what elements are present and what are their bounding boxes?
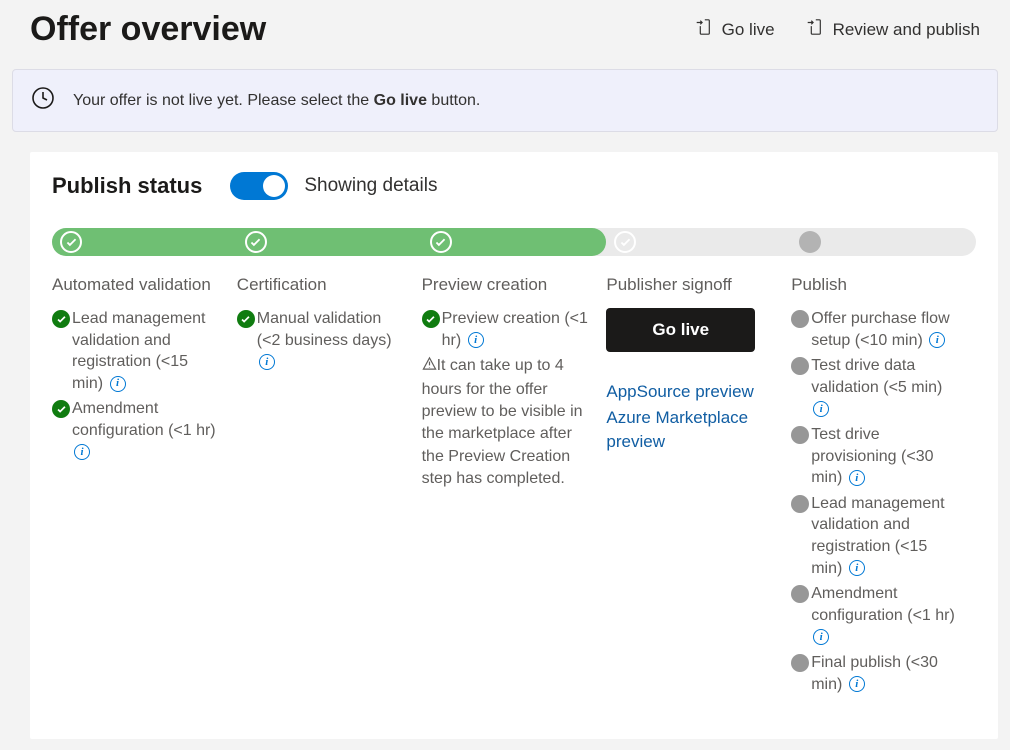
stage-icon-signoff (606, 231, 791, 253)
step-amendment-publish: Amendment configuration (<1 hr) i (791, 583, 960, 648)
info-banner: Your offer is not live yet. Please selec… (12, 69, 998, 132)
page-header: Offer overview Go live Review and publis… (0, 0, 1010, 69)
info-icon[interactable]: i (74, 444, 90, 460)
stage-automated: Automated validation Lead management val… (52, 274, 237, 699)
info-icon[interactable]: i (849, 676, 865, 692)
check-icon (60, 231, 82, 253)
info-icon[interactable]: i (849, 560, 865, 576)
info-icon[interactable]: i (813, 629, 829, 645)
stage-icons (52, 231, 976, 253)
step-lead-mgmt: Lead management validation and registrat… (52, 308, 221, 394)
banner-text-after: button. (427, 92, 480, 109)
step-text: Amendment configuration (<1 hr) (72, 400, 216, 439)
info-icon[interactable]: i (259, 354, 275, 370)
step-text: Lead management validation and registrat… (72, 310, 205, 392)
azure-marketplace-preview-link[interactable]: Azure Marketplace preview (606, 406, 775, 454)
clock-icon (31, 86, 55, 115)
step-preview-creation: Preview creation (<1 hr) i (422, 308, 591, 351)
step-text: Preview creation (<1 hr) (442, 310, 588, 349)
step-text: Final publish (<30 min) (811, 654, 938, 693)
step-manual-validation: Manual validation (<2 business days) i (237, 308, 406, 373)
toggle-label: Showing details (304, 175, 437, 197)
step-test-drive-data: Test drive data validation (<5 min) i (791, 355, 960, 420)
details-toggle: Showing details (230, 172, 437, 200)
stage-title-signoff: Publisher signoff (606, 274, 775, 296)
step-lead-mgmt-publish: Lead management validation and registrat… (791, 493, 960, 579)
toggle-track[interactable] (230, 172, 288, 200)
banner-bold: Go live (374, 92, 427, 109)
check-circle-icon (52, 400, 70, 418)
step-test-drive-prov: Test drive provisioning (<30 min) i (791, 424, 960, 489)
info-icon[interactable]: i (468, 332, 484, 348)
stage-title-certification: Certification (237, 274, 406, 296)
pending-dot-icon (791, 310, 809, 328)
stage-signoff: Publisher signoff Go live AppSource prev… (606, 274, 791, 699)
publish-status-heading: Publish status (52, 173, 202, 199)
stages-row: Automated validation Lead management val… (52, 274, 976, 699)
stage-icon-certification (237, 231, 422, 253)
stage-icon-preview (422, 231, 607, 253)
step-text: Manual validation (<2 business days) (257, 310, 392, 349)
stage-preview: Preview creation Preview creation (<1 hr… (422, 274, 607, 699)
step-text: Amendment configuration (<1 hr) (811, 585, 955, 624)
preview-warning-text: It can take up to 4 hours for the offer … (422, 357, 583, 487)
pending-dot-icon (791, 426, 809, 444)
go-live-label: Go live (722, 20, 775, 40)
pending-dot-icon (791, 357, 809, 375)
stage-certification: Certification Manual validation (<2 busi… (237, 274, 422, 699)
check-circle-icon (237, 310, 255, 328)
stage-title-preview: Preview creation (422, 274, 591, 296)
info-icon[interactable]: i (813, 401, 829, 417)
toggle-thumb (263, 175, 285, 197)
step-text: Test drive provisioning (<30 min) (811, 426, 933, 486)
stage-title-automated: Automated validation (52, 274, 221, 296)
pending-dot-icon (791, 654, 809, 672)
go-live-action[interactable]: Go live (694, 18, 775, 41)
check-icon (430, 231, 452, 253)
step-amendment: Amendment configuration (<1 hr) i (52, 398, 221, 463)
review-publish-icon (805, 18, 823, 41)
stage-publish: Publish Offer purchase flow setup (<10 m… (791, 274, 976, 699)
review-publish-action[interactable]: Review and publish (805, 18, 980, 41)
banner-text-before: Your offer is not live yet. Please selec… (73, 92, 374, 109)
banner-text: Your offer is not live yet. Please selec… (73, 92, 480, 110)
warning-icon (422, 356, 437, 378)
go-live-icon (694, 18, 712, 41)
check-circle-icon (422, 310, 440, 328)
check-icon (245, 231, 267, 253)
step-text: Test drive data validation (<5 min) (811, 357, 942, 396)
pending-dot-icon (791, 585, 809, 603)
check-circle-icon (52, 310, 70, 328)
status-card-header: Publish status Showing details (52, 172, 976, 200)
header-actions: Go live Review and publish (694, 18, 980, 41)
review-publish-label: Review and publish (833, 20, 980, 40)
step-final-publish: Final publish (<30 min) i (791, 652, 960, 695)
info-icon[interactable]: i (929, 332, 945, 348)
go-live-button[interactable]: Go live (606, 308, 755, 352)
progress-bar (52, 228, 976, 256)
stage-icon-publish (791, 231, 976, 253)
preview-warning: It can take up to 4 hours for the offer … (422, 355, 591, 490)
pending-dot-icon (791, 495, 809, 513)
info-icon[interactable]: i (110, 376, 126, 392)
status-card: Publish status Showing details (30, 152, 998, 739)
stage-title-publish: Publish (791, 274, 960, 296)
appsource-preview-link[interactable]: AppSource preview (606, 380, 775, 404)
step-text: Lead management validation and registrat… (811, 495, 944, 577)
check-icon (614, 231, 636, 253)
pending-dot-icon (799, 231, 821, 253)
info-icon[interactable]: i (849, 470, 865, 486)
stage-icon-automated (52, 231, 237, 253)
page-title: Offer overview (30, 10, 694, 49)
step-offer-purchase: Offer purchase flow setup (<10 min) i (791, 308, 960, 351)
